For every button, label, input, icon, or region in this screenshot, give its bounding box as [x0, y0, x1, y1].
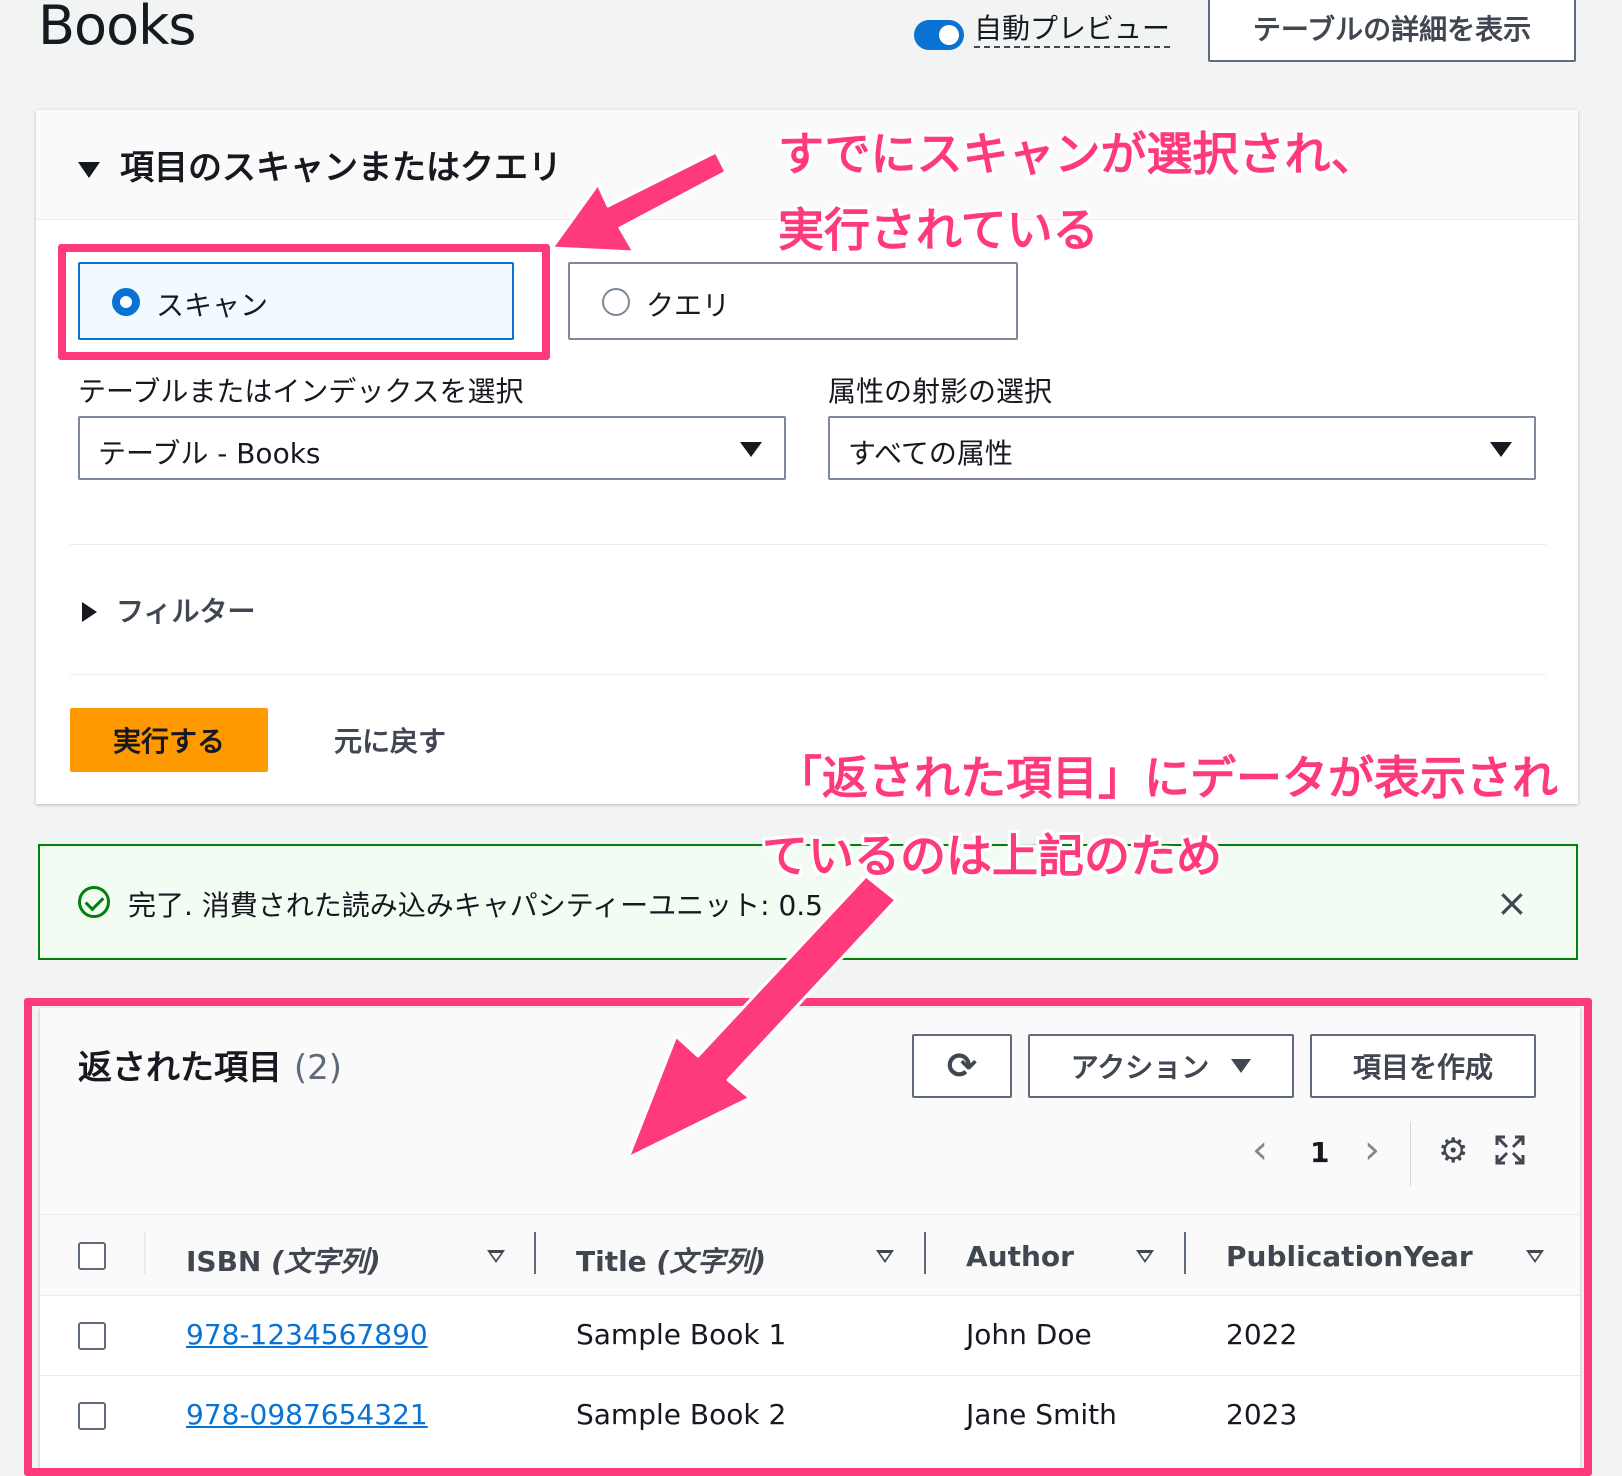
- chevron-down-icon: [740, 442, 762, 457]
- projection-select[interactable]: すべての属性: [828, 416, 1536, 480]
- view-table-details-button[interactable]: テーブルの詳細を表示: [1208, 0, 1576, 62]
- auto-preview-label[interactable]: 自動プレビュー: [974, 12, 1171, 48]
- filter-toggle[interactable]: フィルター: [116, 590, 255, 630]
- projection-select-label: 属性の射影の選択: [828, 375, 1053, 408]
- divider: [70, 674, 1546, 675]
- annotation-text: 「返された項目」にデータが表示され: [776, 751, 1558, 805]
- divider: [70, 544, 1546, 545]
- scan-query-panel-title[interactable]: 項目のスキャンまたはクエリ: [120, 140, 562, 189]
- close-icon[interactable]: ×: [1496, 884, 1528, 922]
- annotation-box-scan: [58, 244, 550, 360]
- run-button[interactable]: 実行する: [70, 708, 268, 772]
- projection-select-value: すべての属性: [848, 437, 1013, 470]
- chevron-down-icon: [1490, 442, 1512, 457]
- page-title: Books: [38, 0, 197, 57]
- query-radio-card[interactable]: クエリ: [568, 262, 1018, 340]
- flash-message: 完了. 消費された読み込みキャパシティーユニット: 0.5: [128, 889, 823, 922]
- reset-button[interactable]: 元に戻す: [334, 720, 446, 760]
- query-radio-label: クエリ: [646, 289, 731, 322]
- annotation-box-results: [24, 998, 1592, 1476]
- table-select-label: テーブルまたはインデックスを選択: [78, 375, 524, 408]
- annotation-text: すでにスキャンが選択され、: [778, 127, 1377, 181]
- table-select[interactable]: テーブル - Books: [78, 416, 786, 480]
- radio-unselected-icon[interactable]: [602, 288, 630, 316]
- check-circle-icon: [78, 886, 110, 918]
- auto-preview-toggle[interactable]: [914, 20, 964, 50]
- caret-down-icon[interactable]: [78, 162, 100, 178]
- annotation-text: 実行されている: [778, 203, 1099, 257]
- caret-right-icon[interactable]: [82, 602, 97, 622]
- annotation-text: ているのは上記のため: [762, 829, 1222, 883]
- table-select-value: テーブル - Books: [98, 437, 321, 470]
